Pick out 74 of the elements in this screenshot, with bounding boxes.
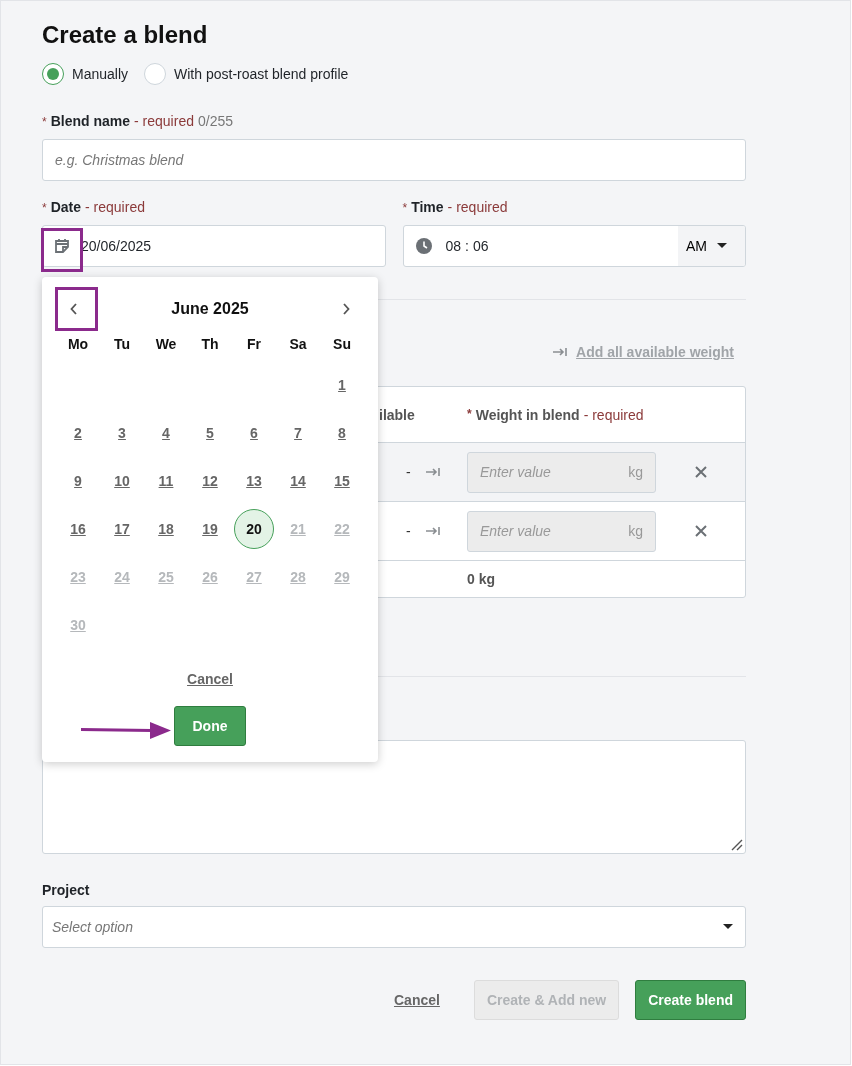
calendar-day[interactable]: 18 xyxy=(146,509,186,549)
weekday-label: Fr xyxy=(246,335,262,354)
calendar-day[interactable]: 5 xyxy=(190,413,230,453)
time-field[interactable]: 08 : 06 AM xyxy=(402,225,746,267)
required-note: - required xyxy=(447,198,508,216)
month-title: June 2025 xyxy=(171,300,249,318)
highlight-frame xyxy=(55,287,98,331)
weekday-label: Th xyxy=(200,335,220,354)
arrow-to-bar-icon xyxy=(425,526,441,536)
arrow-to-bar-icon xyxy=(425,467,441,477)
radio-option[interactable]: Manually xyxy=(42,63,129,85)
field-label: Blend name xyxy=(50,112,131,130)
calendar-day[interactable]: 15 xyxy=(322,461,362,501)
radio-circle[interactable] xyxy=(42,63,64,85)
calendar-day[interactable]: 17 xyxy=(102,509,142,549)
calendar-day[interactable]: 8 xyxy=(322,413,362,453)
table-cell-text: - xyxy=(405,523,412,539)
cancel-link[interactable]: Cancel xyxy=(181,670,239,688)
required-asterisk: * xyxy=(402,200,408,217)
field-label: Date xyxy=(50,198,82,216)
calendar-day[interactable]: 11 xyxy=(146,461,186,501)
required-note: - required xyxy=(583,406,644,423)
cancel-link[interactable]: Cancel xyxy=(388,991,446,1009)
character-counter: 0/255 xyxy=(197,112,233,130)
required-asterisk: * xyxy=(467,406,472,423)
calendar-day[interactable]: 10 xyxy=(102,461,142,501)
calendar-icon[interactable] xyxy=(54,238,70,254)
page-title: Create a blend xyxy=(42,20,209,50)
calendar-day[interactable]: 16 xyxy=(58,509,98,549)
calendar-day[interactable]: 6 xyxy=(234,413,274,453)
column-header: Weight in blend xyxy=(475,406,580,423)
table-cell-text: - xyxy=(405,464,412,480)
highlight-frame xyxy=(41,228,83,272)
field-label: Project xyxy=(42,882,91,898)
calendar-day[interactable]: 2 xyxy=(58,413,98,453)
date-field[interactable]: 20/06/2025 xyxy=(42,225,386,267)
weekday-label: Tu xyxy=(112,335,132,354)
caret-down-icon xyxy=(723,924,733,930)
required-note: - required xyxy=(85,198,145,216)
calendar-day[interactable]: 13 xyxy=(234,461,274,501)
weekday-label: Mo xyxy=(66,335,90,354)
calendar-day[interactable]: 7 xyxy=(278,413,318,453)
calendar-day[interactable]: 14 xyxy=(278,461,318,501)
radio-option[interactable]: With post-roast blend profile xyxy=(144,63,349,85)
field-label: Time xyxy=(411,198,444,216)
calendar-day[interactable]: 19 xyxy=(190,509,230,549)
calendar-day[interactable]: 20 xyxy=(234,509,274,549)
calendar-day[interactable]: 12 xyxy=(190,461,230,501)
total-weight: 0 kg xyxy=(467,571,496,587)
required-asterisk: * xyxy=(42,114,47,131)
calendar-day[interactable]: 1 xyxy=(322,365,362,405)
done-button[interactable]: Done xyxy=(174,706,246,746)
project-select[interactable]: Select option xyxy=(42,906,746,948)
notes-field[interactable] xyxy=(42,740,746,854)
required-note: - required xyxy=(134,112,194,130)
resize-handle-icon[interactable] xyxy=(729,837,743,851)
weekday-label: Sa xyxy=(288,335,308,354)
weekday-label: We xyxy=(154,335,178,354)
column-header: ilable xyxy=(379,406,416,423)
caret-down-icon xyxy=(717,243,727,249)
create-blend-button[interactable]: Create blend xyxy=(635,980,746,1020)
required-asterisk: * xyxy=(42,200,47,217)
chevron-left-icon xyxy=(70,303,78,315)
chevron-right-icon xyxy=(342,303,350,315)
blend-name-field[interactable]: e.g. Christmas blend xyxy=(42,139,746,181)
weekday-label: Su xyxy=(332,335,352,354)
clock-icon xyxy=(415,238,432,254)
period-dropdown[interactable]: AM xyxy=(678,226,745,266)
calendar-day[interactable]: 3 xyxy=(102,413,142,453)
calendar-day[interactable]: 4 xyxy=(146,413,186,453)
close-icon[interactable] xyxy=(693,524,708,538)
arrow-to-bar-icon xyxy=(552,347,569,357)
close-icon[interactable] xyxy=(693,465,708,479)
calendar-day[interactable]: 9 xyxy=(58,461,98,501)
